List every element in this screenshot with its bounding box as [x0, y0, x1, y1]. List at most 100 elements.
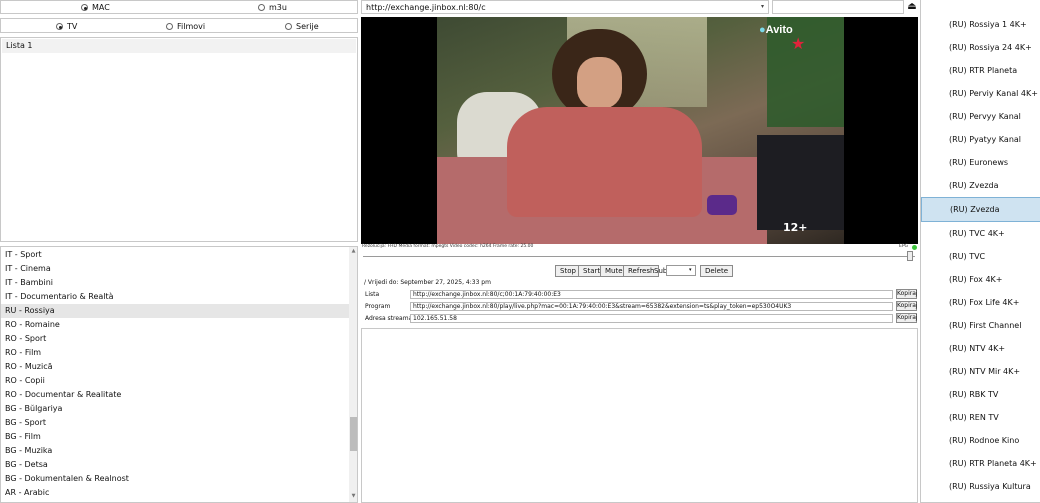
category-item[interactable]: RO - Copii [1, 374, 349, 388]
category-item[interactable]: AR - Arabic [1, 486, 349, 500]
category-item[interactable]: BG - Bŭlgariya [1, 402, 349, 416]
mac-radio-label: MAC [92, 3, 110, 12]
channel-list-items: (RU) Rossiya 1 4K+ (RU) Rossiya 24 4K+ (RU… [921, 13, 1040, 498]
series-radio[interactable]: Serije [285, 22, 319, 31]
channel-item[interactable]: (RU) Russiya Kultura [921, 475, 1040, 498]
media-info: Rezolucija: FHD Media format: mpegts Vid… [362, 244, 534, 249]
channel-item[interactable]: (RU) REN TV [921, 406, 1040, 429]
sub-select[interactable]: ▾ [666, 265, 696, 276]
progress-slider[interactable] [363, 256, 915, 257]
category-item[interactable]: RO - Documentar & Realitate [1, 388, 349, 402]
channel-item[interactable]: (RU) Fox 4K+ [921, 268, 1040, 291]
url-input[interactable]: http://exchange.jinbox.nl:80/c [366, 2, 486, 13]
channel-item[interactable]: (RU) Rodnoe Kino [921, 429, 1040, 452]
category-item[interactable]: RO - Sport [1, 332, 349, 346]
laptop [757, 135, 844, 230]
m3u-radio-dot [258, 4, 265, 11]
playlist-item[interactable]: Lista 1 [2, 39, 356, 53]
category-item[interactable]: BG - Film [1, 430, 349, 444]
category-item[interactable]: RO - Muzică [1, 360, 349, 374]
scrollbar-thumb[interactable] [350, 417, 357, 451]
category-item[interactable]: IT - Sport [1, 248, 349, 262]
channel-item[interactable]: (RU) Rossiya 1 4K+ [921, 13, 1040, 36]
delete-button[interactable]: Delete [700, 265, 733, 277]
category-list-items: IT - Sport IT - Cinema IT - Bambini IT - Do… [1, 248, 349, 500]
channel-item[interactable]: (RU) Zvezda [921, 174, 1040, 197]
channel-item[interactable]: (RU) Pyatyy Kanal [921, 128, 1040, 151]
playlist-box: Lista 1 [0, 37, 358, 242]
channel-item[interactable]: (RU) TVC 4K+ [921, 222, 1040, 245]
channel-list: (RU) Rossiya 1 4K+ (RU) Rossiya 24 4K+ (RU… [920, 0, 1040, 503]
category-scrollbar[interactable]: ▲ ▼ [349, 247, 357, 502]
channel-item[interactable]: (RU) RTR Planeta 4K+ [921, 452, 1040, 475]
slider-handle[interactable] [907, 251, 913, 261]
channel-item[interactable]: (RU) Rossiya 24 4K+ [921, 36, 1040, 59]
content-type-bar: TV Filmovi Serije [0, 18, 358, 33]
tv-radio-dot [56, 23, 63, 30]
m3u-radio-label: m3u [269, 3, 287, 12]
info-row-field[interactable]: http://exchange.jinbox.nl:80/play/live.p… [410, 302, 893, 311]
tv-radio-label: TV [67, 22, 78, 31]
epg-label: EPG [899, 244, 909, 249]
purple-object [707, 195, 737, 215]
mac-radio-dot [81, 4, 88, 11]
star-logo-icon: ★ [791, 34, 806, 53]
info-row-field[interactable]: 102.165.51.58 [410, 314, 893, 323]
channel-item[interactable]: (RU) NTV Mir 4K+ [921, 360, 1040, 383]
info-row-field[interactable]: http://exchange.jinbox.nl:80/c;00:1A:79:… [410, 290, 893, 299]
movies-radio[interactable]: Filmovi [166, 22, 205, 31]
channel-item[interactable]: (RU) Zvezda [921, 197, 1040, 222]
person-sweater [507, 107, 702, 217]
category-item[interactable]: IT - Bambini [1, 276, 349, 290]
category-item[interactable]: BG - Muzika [1, 444, 349, 458]
copy-button[interactable]: Kopiraj [896, 313, 918, 323]
video-player[interactable]: ●Avito ★ 12+ [361, 17, 918, 244]
expiry-text: / Vrijedi do: September 27, 2025, 4:33 p… [364, 279, 491, 286]
brand-logo: ●Avito [759, 24, 793, 36]
channel-item[interactable]: (RU) Pervyy Kanal [921, 105, 1040, 128]
person-face [577, 57, 622, 109]
m3u-radio[interactable]: m3u [258, 3, 287, 12]
source-mode-bar: MAC m3u [0, 0, 358, 14]
category-item[interactable]: RO - Romaine [1, 318, 349, 332]
category-item[interactable]: RO - Film [1, 346, 349, 360]
category-item[interactable]: BG - Sport [1, 416, 349, 430]
series-radio-label: Serije [296, 22, 319, 31]
channel-item[interactable]: (RU) RTR Planeta [921, 59, 1040, 82]
copy-button[interactable]: Kopiraj [896, 289, 918, 299]
video-frame: ●Avito ★ 12+ [437, 17, 844, 244]
category-item[interactable]: BG - Detsa [1, 458, 349, 472]
channel-item[interactable]: (RU) TVC [921, 245, 1040, 268]
mac-radio[interactable]: MAC [81, 3, 110, 12]
movies-radio-label: Filmovi [177, 22, 206, 31]
copy-button[interactable]: Kopiraj [896, 301, 918, 311]
eject-icon[interactable]: ⏏ [906, 1, 918, 13]
age-rating: 12+ [783, 221, 808, 234]
epg-status-dot [912, 245, 917, 250]
chevron-down-icon[interactable]: ▾ [761, 1, 764, 13]
channel-item[interactable]: (RU) RBK TV [921, 383, 1040, 406]
category-item[interactable]: IT - Documentario & Realtà [1, 290, 349, 304]
category-item[interactable]: RU - Rossiya [1, 304, 349, 318]
channel-item[interactable]: (RU) NTV 4K+ [921, 337, 1040, 360]
aux-input[interactable] [772, 0, 904, 14]
channel-item[interactable]: (RU) Euronews [921, 151, 1040, 174]
info-row-label: Program [365, 303, 391, 310]
movies-radio-dot [166, 23, 173, 30]
info-row-label: Lista [365, 291, 380, 298]
scroll-up-icon[interactable]: ▲ [350, 248, 357, 254]
series-radio-dot [285, 23, 292, 30]
channel-item[interactable]: (RU) First Channel [921, 314, 1040, 337]
url-bar[interactable]: http://exchange.jinbox.nl:80/c ▾ [361, 0, 769, 14]
brand-logo-dots: ● [759, 24, 766, 36]
channel-item[interactable]: (RU) Fox Life 4K+ [921, 291, 1040, 314]
scroll-down-icon[interactable]: ▼ [350, 493, 357, 499]
log-area[interactable] [361, 328, 918, 503]
tv-radio[interactable]: TV [56, 22, 77, 31]
category-list: IT - Sport IT - Cinema IT - Bambini IT - Do… [0, 246, 358, 503]
sub-chevron-icon[interactable]: ▾ [689, 266, 692, 275]
channel-item[interactable]: (RU) Perviy Kanal 4K+ [921, 82, 1040, 105]
category-item[interactable]: BG - Dokumentalen & Realnost [1, 472, 349, 486]
brand-logo-text: Avito [765, 24, 793, 36]
category-item[interactable]: IT - Cinema [1, 262, 349, 276]
